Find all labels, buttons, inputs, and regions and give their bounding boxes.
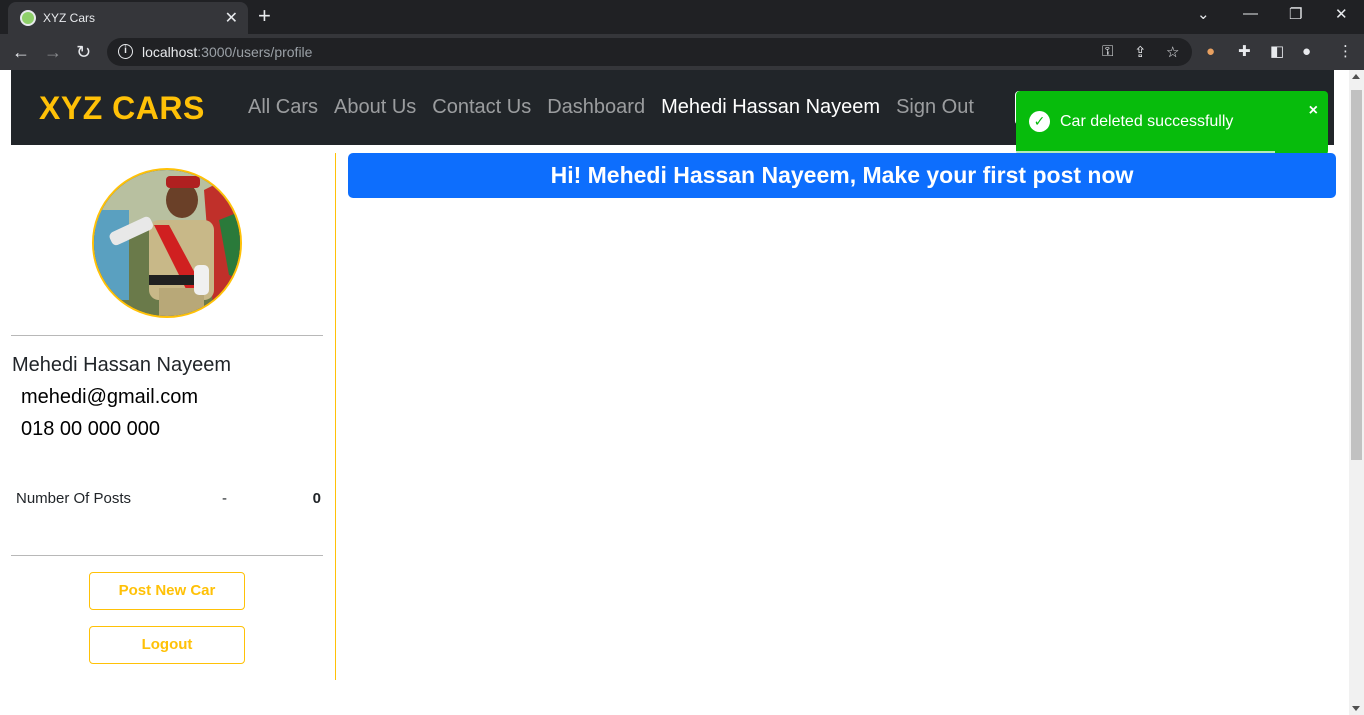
site-favicon-icon xyxy=(20,10,36,26)
key-icon[interactable]: ⚿ xyxy=(1102,43,1113,60)
nav-link-dashboard[interactable]: Dashboard xyxy=(547,96,645,119)
scroll-down-icon[interactable] xyxy=(1352,706,1360,711)
first-post-banner: Hi! Mehedi Hassan Nayeem, Make your firs… xyxy=(348,153,1336,198)
brand-logo[interactable]: XYZ CARS xyxy=(39,90,205,127)
profile-name: Mehedi Hassan Nayeem xyxy=(12,354,231,376)
url-text[interactable]: localhost:3000/users/profile xyxy=(142,44,312,60)
browser-menu-icon[interactable]: ⋮ xyxy=(1338,43,1353,61)
divider xyxy=(11,335,323,336)
extensions-puzzle-icon[interactable]: ✚ xyxy=(1238,43,1251,61)
success-toast: ✓ Car deleted successfully × xyxy=(1016,91,1328,155)
nav-link-sign-out[interactable]: Sign Out xyxy=(896,96,974,119)
url-path: :3000/users/profile xyxy=(197,44,313,60)
site-info-icon[interactable]: i xyxy=(118,44,133,59)
tab-close-icon[interactable]: ✕ xyxy=(225,8,238,28)
post-new-car-button[interactable]: Post New Car xyxy=(89,572,245,610)
nav-link-mehedi-hassan-nayeem[interactable]: Mehedi Hassan Nayeem xyxy=(661,96,880,119)
share-icon[interactable]: ⇪ xyxy=(1134,43,1147,61)
browser-tab-bar: XYZ Cars ✕ + ⌄ — ❐ ✕ xyxy=(0,0,1364,34)
profile-phone: 018 00 000 000 xyxy=(21,418,161,440)
minimize-icon[interactable]: — xyxy=(1243,5,1258,22)
new-tab-button[interactable]: + xyxy=(258,5,271,27)
window-close-icon[interactable]: ✕ xyxy=(1335,5,1348,23)
side-panel-icon[interactable]: ◧ xyxy=(1270,43,1284,61)
profile-email: mehedi@gmail.com xyxy=(21,386,199,408)
scroll-up-icon[interactable] xyxy=(1352,74,1360,79)
avatar-photo-icon xyxy=(94,170,240,316)
nav-link-about-us[interactable]: About Us xyxy=(334,96,416,119)
divider xyxy=(11,555,323,556)
posts-count-label: Number Of Posts xyxy=(16,490,132,507)
browser-tab[interactable]: XYZ Cars ✕ xyxy=(8,2,248,34)
page-viewport: XYZ CARS All Cars About Us Contact Us Dashb… xyxy=(0,70,1364,715)
nav-link-contact-us[interactable]: Contact Us xyxy=(432,96,531,119)
address-bar[interactable]: i localhost:3000/users/profile ⚿ ⇪ ☆ xyxy=(107,38,1192,66)
logout-button[interactable]: Logout xyxy=(89,626,245,664)
back-icon[interactable]: ← xyxy=(12,41,30,63)
posts-count-separator: - xyxy=(222,490,227,507)
posts-count-value: 0 xyxy=(312,490,321,507)
page-scrollbar[interactable] xyxy=(1349,70,1364,715)
bookmark-star-icon[interactable]: ☆ xyxy=(1166,43,1179,61)
url-host: localhost xyxy=(142,44,198,60)
check-circle-icon: ✓ xyxy=(1029,111,1050,132)
profile-sidebar: Mehedi Hassan Nayeem mehedi@gmail.com 01… xyxy=(11,153,336,680)
nav-link-all-cars[interactable]: All Cars xyxy=(248,96,318,119)
forward-icon[interactable]: → xyxy=(44,41,62,63)
browser-toolbar: ← → ↻ i localhost:3000/users/profile ⚿ ⇪… xyxy=(0,34,1364,70)
profile-avatar xyxy=(92,168,242,318)
tab-search-chevron-icon[interactable]: ⌄ xyxy=(1197,5,1210,23)
reload-icon[interactable]: ↻ xyxy=(76,41,91,63)
cookie-extension-icon[interactable]: ● xyxy=(1206,43,1215,61)
restore-icon[interactable]: ❐ xyxy=(1289,5,1302,23)
tab-title: XYZ Cars xyxy=(43,11,96,25)
toast-message: Car deleted successfully xyxy=(1060,113,1234,130)
toast-close-icon[interactable]: × xyxy=(1309,102,1318,120)
scrollbar-thumb[interactable] xyxy=(1351,90,1362,460)
profile-avatar-icon[interactable]: ● xyxy=(1302,43,1311,61)
nav-links: All Cars About Us Contact Us Dashboard Mehed… xyxy=(248,96,974,119)
